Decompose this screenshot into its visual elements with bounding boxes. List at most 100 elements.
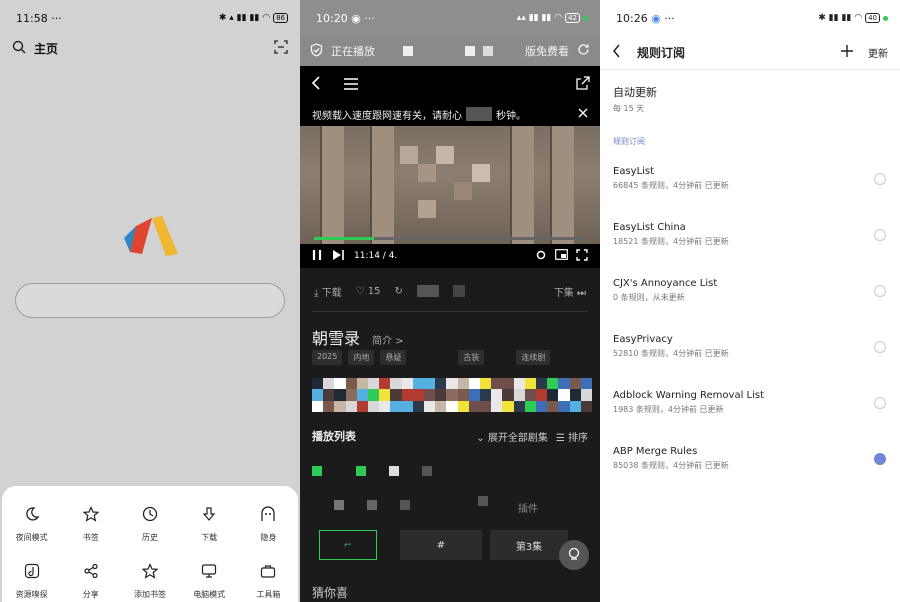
mosaic-pixel [513,400,525,412]
home-label[interactable]: 主页 [34,40,58,57]
mosaic-pixel [345,378,357,390]
external-open-icon[interactable] [576,75,590,94]
mosaic-pixel [502,400,514,412]
moon-icon [24,506,40,526]
mosaic-pixel [401,400,413,412]
playlist-title: 播放列表 [312,430,356,443]
mosaic-pixel [345,400,357,412]
mosaic-pixel [468,400,480,412]
refresh-action[interactable]: ↻ [395,286,403,297]
menu-item-resource-sniff[interactable]: 资源嗅探 [2,563,61,600]
sort-button[interactable]: ☰ 排序 [556,429,588,444]
episode-tab-active[interactable]: ⌐ [319,530,377,560]
menu-item-toolbox[interactable]: 工具箱 [239,563,298,600]
next-track-icon[interactable] [332,249,344,264]
rule-item[interactable]: EasyPrivacy 52810 条规则，4分钟前 已更新 [613,334,886,374]
free-watch-label[interactable]: 版免费看 [525,43,569,59]
redacted-block [466,107,492,121]
rule-desc: 66845 条规则，4分钟前 已更新 [613,181,729,190]
rule-desc: 1983 条规则，4分钟前 已更新 [613,405,724,414]
scan-icon[interactable] [274,39,288,58]
address-input[interactable] [15,283,285,318]
auto-update-setting[interactable]: 自动更新 每 15 天 [613,84,657,114]
rule-desc: 0 条规则，从未更新 [613,293,685,302]
tag[interactable]: 连续剧 [516,350,551,365]
back-icon[interactable] [612,43,621,62]
browser-logo [122,214,180,262]
menu-item-history[interactable]: 历史 [120,506,179,543]
menu-sheet: 夜间模式 书签 历史 下载 隐身 资源嗅探 分享 添加书签 电脑模式 工具箱 [2,486,298,602]
tag[interactable]: 悬疑 [380,350,407,365]
rule-item[interactable]: ABP Merge Rules 85038 条规则，4分钟前 已更新 [613,446,886,486]
mosaic-pixel [535,400,548,412]
episode-tab[interactable]: # [400,530,482,560]
video-texture [320,126,344,244]
mosaic-pixel [423,389,436,401]
rule-item[interactable]: EasyList China 18521 条规则，4分钟前 已更新 [613,222,886,262]
download-action[interactable]: ⤓ 下载 [314,284,342,299]
refresh-icon[interactable] [577,43,590,59]
menu-item-share[interactable]: 分享 [61,563,120,600]
menu-item-add-bookmark[interactable]: 添加书签 [120,563,179,600]
chat-fab[interactable] [559,540,589,570]
pause-icon[interactable] [312,249,322,264]
next-episode-action[interactable]: 下集 ⏭ [554,284,586,299]
rule-item[interactable]: CJX's Annoyance List 0 条规则，从未更新 [613,278,886,318]
radio-button-selected[interactable] [874,453,886,465]
pip-icon[interactable] [555,248,568,264]
tag[interactable]: 2025 [312,350,343,365]
status-icons: ✱ ▮▮ ▮▮ ◠ 40 [818,13,888,23]
redacted-block [416,285,439,297]
menu-item-bookmarks[interactable]: 书签 [61,506,120,543]
rules-header: 规则订阅 更新 [600,36,900,70]
rule-item[interactable]: Adblock Warning Removal List 1983 条规则，4分… [613,390,886,430]
mosaic-pixel [569,400,581,412]
mosaic-pixel [479,400,492,412]
mosaic-pixel [558,400,570,412]
menu-icon[interactable] [344,75,358,94]
tag[interactable]: 内地 [348,350,375,365]
mosaic-pixel [323,389,335,401]
expand-episodes[interactable]: ⌄ 展开全部剧集 [476,429,548,444]
notice-text-end: 秒钟。 [496,110,526,122]
radio-button[interactable] [874,229,886,241]
rule-item[interactable]: EasyList 66845 条规则，4分钟前 已更新 [613,166,886,206]
add-icon[interactable] [840,44,854,61]
close-icon[interactable] [578,108,588,121]
mosaic-pixel [558,389,570,401]
menu-item-night-mode[interactable]: 夜间模式 [2,506,61,543]
battery-icon: 42 [565,13,580,23]
mosaic-pixel [468,378,480,390]
search-icon[interactable] [12,39,26,58]
tag[interactable]: 古装 [458,350,485,365]
mosaic-pixel [502,389,514,401]
mosaic-pixel [412,378,424,390]
fullscreen-icon[interactable] [576,248,588,264]
time-display: 11:14 / 4. [354,251,398,261]
radio-button[interactable] [874,341,886,353]
mosaic-pixel [535,389,548,401]
settings-icon[interactable] [535,249,547,264]
mosaic-pixel [513,389,525,401]
radio-button[interactable] [874,285,886,297]
mosaic-pixel [323,400,335,412]
video-frame[interactable] [300,126,600,244]
mosaic-pixel [312,400,324,412]
menu-item-desktop-mode[interactable]: 电脑模式 [180,563,239,600]
redacted-block [422,466,432,476]
menu-item-incognito[interactable]: 隐身 [239,506,298,543]
menu-item-downloads[interactable]: 下载 [180,506,239,543]
update-button[interactable]: 更新 [868,45,888,60]
intro-link[interactable]: 简介 > [372,332,404,347]
episode-tab-3[interactable]: 第3集 [490,530,568,560]
like-action[interactable]: ♡ 15 [356,286,381,297]
radio-button[interactable] [874,397,886,409]
back-icon[interactable] [310,75,322,94]
rule-name: EasyPrivacy [613,334,673,345]
ghost-icon [260,506,276,526]
source-green-square [356,466,366,476]
menu-item-label: 书签 [82,533,99,542]
rule-desc: 18521 条规则，4分钟前 已更新 [613,237,729,246]
radio-button[interactable] [874,173,886,185]
recommend-heading: 猜你喜 [312,586,349,600]
